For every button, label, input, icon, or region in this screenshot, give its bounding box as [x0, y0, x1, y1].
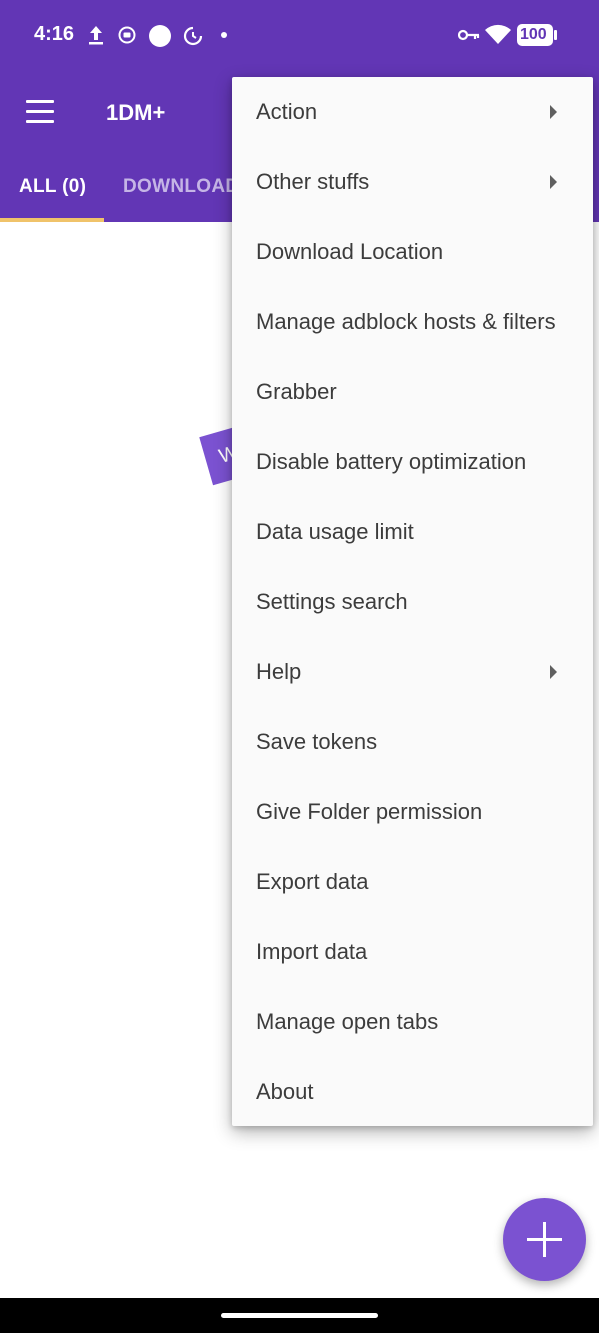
menu-item-label: Give Folder permission [256, 799, 483, 824]
media-icon [118, 26, 136, 44]
menu-item-label: Help [256, 659, 302, 684]
menu-item-label: Save tokens [256, 729, 378, 754]
menu-item-label: Import data [256, 939, 368, 964]
overflow-menu: Action Other stuffs Download Location Ma… [232, 77, 593, 1126]
circle-icon [149, 25, 171, 47]
menu-item-other-stuffs[interactable]: Other stuffs [232, 147, 593, 217]
status-time: 4:16 [34, 23, 75, 45]
dot-icon [221, 32, 227, 38]
menu-item-action[interactable]: Action [232, 77, 593, 147]
menu-item-manage-adblock[interactable]: Manage adblock hosts & filters [232, 287, 593, 357]
menu-item-label: Disable battery optimization [256, 449, 527, 474]
menu-item-data-usage-limit[interactable]: Data usage limit [232, 497, 593, 567]
hamburger-menu-icon[interactable] [24, 98, 56, 126]
submenu-arrow-icon [550, 105, 557, 119]
menu-item-label: Data usage limit [256, 519, 414, 544]
menu-item-label: Other stuffs [256, 169, 370, 194]
menu-item-settings-search[interactable]: Settings search [232, 567, 593, 637]
app-title: 1DM+ [106, 100, 166, 125]
menu-item-export-data[interactable]: Export data [232, 847, 593, 917]
menu-item-give-folder-permission[interactable]: Give Folder permission [232, 777, 593, 847]
menu-item-label: Manage open tabs [256, 1009, 439, 1034]
submenu-arrow-icon [550, 175, 557, 189]
tab-download[interactable]: DOWNLOAD [123, 176, 239, 198]
vpn-key-icon [458, 29, 480, 41]
menu-item-label: Grabber [256, 379, 337, 404]
menu-item-disable-battery-optimization[interactable]: Disable battery optimization [232, 427, 593, 497]
wifi-icon [485, 24, 511, 44]
upload-icon [89, 26, 103, 45]
battery-tip [554, 30, 557, 40]
battery-icon: 100 [517, 24, 553, 46]
navigation-bar [0, 1298, 599, 1333]
dnd-icon [183, 26, 203, 46]
menu-item-label: Download Location [256, 239, 444, 264]
menu-item-label: Export data [256, 869, 369, 894]
menu-item-about[interactable]: About [232, 1057, 593, 1127]
menu-item-label: Manage adblock hosts & filters [256, 309, 556, 334]
menu-item-label: Settings search [256, 589, 408, 614]
menu-item-manage-open-tabs[interactable]: Manage open tabs [232, 987, 593, 1057]
menu-item-grabber[interactable]: Grabber [232, 357, 593, 427]
menu-item-save-tokens[interactable]: Save tokens [232, 707, 593, 777]
menu-item-label: Action [256, 99, 318, 124]
menu-item-label: About [256, 1079, 314, 1104]
tab-all[interactable]: ALL (0) [19, 176, 86, 198]
menu-item-help[interactable]: Help [232, 637, 593, 707]
menu-item-download-location[interactable]: Download Location [232, 217, 593, 287]
home-gesture-handle[interactable] [221, 1313, 378, 1318]
menu-item-import-data[interactable]: Import data [232, 917, 593, 987]
add-download-button[interactable] [503, 1198, 586, 1281]
submenu-arrow-icon [550, 665, 557, 679]
status-bar: 4:16 100 [0, 0, 599, 72]
battery-level: 100 [520, 26, 547, 43]
